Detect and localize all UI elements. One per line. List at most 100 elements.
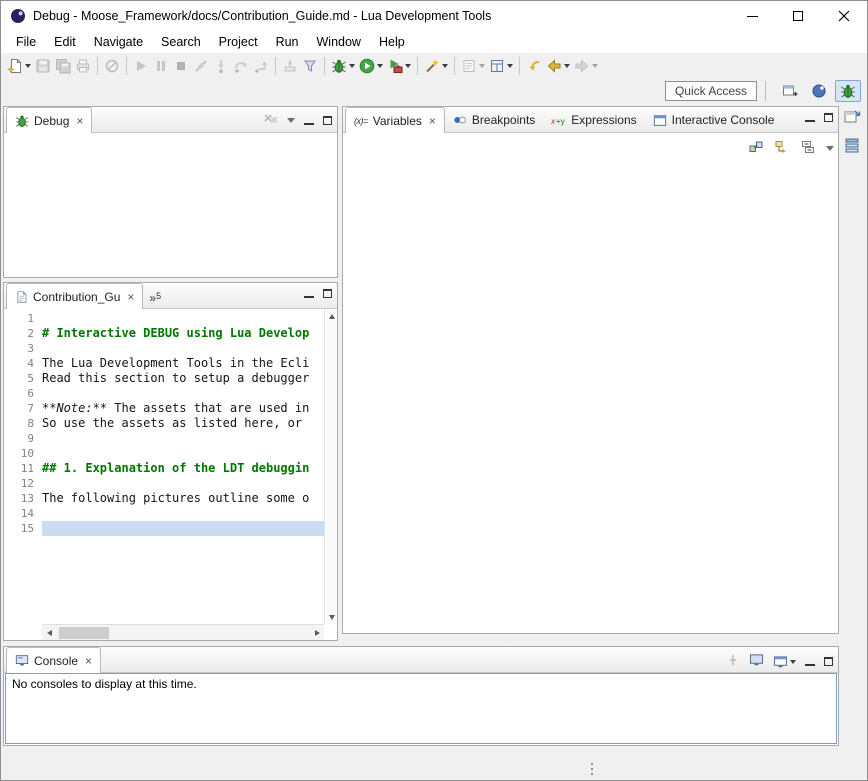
dropdown-arrow-icon[interactable]	[25, 64, 31, 68]
scrollbar-thumb[interactable]	[59, 627, 109, 639]
dropdown-arrow-icon[interactable]	[479, 64, 485, 68]
terminate-button[interactable]	[171, 55, 191, 77]
lua-perspective-button[interactable]	[806, 80, 832, 102]
menu-window[interactable]: Window	[308, 32, 370, 52]
back-button[interactable]	[544, 55, 572, 77]
step-into-button[interactable]	[211, 55, 231, 77]
minimize-view-button[interactable]	[805, 658, 815, 666]
editor-overflow-button[interactable]: »5	[143, 288, 167, 308]
maximize-view-button[interactable]	[323, 116, 332, 125]
dropdown-arrow-icon[interactable]	[592, 64, 598, 68]
menu-edit[interactable]: Edit	[45, 32, 85, 52]
remove-all-terminated-button[interactable]	[264, 113, 278, 128]
editor-vertical-scrollbar[interactable]	[324, 309, 337, 624]
dropdown-arrow-icon[interactable]	[405, 64, 411, 68]
scroll-down-button[interactable]	[325, 610, 337, 624]
restore-view-button[interactable]	[843, 108, 861, 129]
view-menu-icon[interactable]	[826, 146, 834, 151]
step-return-button[interactable]	[251, 55, 271, 77]
skip-all-breakpoints-button[interactable]	[102, 55, 122, 77]
console-content[interactable]: No consoles to display at this time.	[5, 673, 837, 744]
scroll-right-button[interactable]	[310, 626, 324, 640]
editor-line[interactable]: 8So use the assets as listed here, or	[4, 416, 324, 431]
dropdown-arrow-icon[interactable]	[564, 64, 570, 68]
collapse-all-button[interactable]	[800, 139, 816, 158]
outline-view-button[interactable]	[843, 137, 861, 158]
scroll-left-button[interactable]	[42, 626, 56, 640]
maximize-view-button[interactable]	[824, 657, 833, 666]
open-perspective-button[interactable]	[777, 80, 803, 102]
editor-line[interactable]: 1	[4, 311, 324, 326]
dropdown-arrow-icon[interactable]	[377, 64, 383, 68]
editor-line[interactable]: 13The following pictures outline some o	[4, 491, 324, 506]
menu-run[interactable]: Run	[267, 32, 308, 52]
use-step-filters-button[interactable]	[300, 55, 320, 77]
step-over-button[interactable]	[231, 55, 251, 77]
editor-line[interactable]: 5Read this section to setup a debugger	[4, 371, 324, 386]
view-menu-icon[interactable]	[287, 118, 295, 123]
scroll-up-button[interactable]	[325, 309, 337, 323]
open-element-button[interactable]	[459, 55, 487, 77]
resume-button[interactable]	[131, 55, 151, 77]
maximize-view-button[interactable]	[824, 113, 833, 122]
tab-console[interactable]: Console ×	[6, 647, 101, 673]
editor-line[interactable]: 4The Lua Development Tools in the Ecli	[4, 356, 324, 371]
close-tab-icon[interactable]: ×	[429, 115, 436, 127]
show-logical-structures-button[interactable]	[774, 139, 790, 158]
editor-line[interactable]: 9	[4, 431, 324, 446]
last-edit-location-button[interactable]	[524, 55, 544, 77]
minimize-window-button[interactable]	[729, 1, 775, 31]
menu-project[interactable]: Project	[210, 32, 267, 52]
dropdown-arrow-icon[interactable]	[507, 64, 513, 68]
disconnect-button[interactable]	[191, 55, 211, 77]
pin-console-button[interactable]	[726, 653, 740, 670]
tab-breakpoints[interactable]: Breakpoints	[445, 108, 543, 132]
minimize-view-button[interactable]	[805, 114, 815, 122]
editor-line[interactable]: 3	[4, 341, 324, 356]
minimize-view-button[interactable]	[304, 290, 314, 298]
print-button[interactable]	[73, 55, 93, 77]
menu-file[interactable]: File	[7, 32, 45, 52]
editor-horizontal-scrollbar[interactable]	[42, 624, 324, 640]
close-window-button[interactable]	[821, 1, 867, 31]
dropdown-arrow-icon[interactable]	[790, 660, 796, 664]
editor-body[interactable]: 12# Interactive DEBUG using Lua Develop3…	[4, 309, 337, 640]
menu-help[interactable]: Help	[370, 32, 414, 52]
show-type-names-button[interactable]	[748, 139, 764, 158]
menu-navigate[interactable]: Navigate	[85, 32, 152, 52]
new-wizard-button[interactable]	[5, 55, 33, 77]
run-button[interactable]	[357, 55, 385, 77]
editor-line[interactable]: 14	[4, 506, 324, 521]
editor-line[interactable]: 7**Note:** The assets that are used in	[4, 401, 324, 416]
debug-button[interactable]	[329, 55, 357, 77]
quick-access-button[interactable]: Quick Access	[665, 81, 757, 101]
close-tab-icon[interactable]: ×	[127, 291, 134, 303]
open-console-button[interactable]	[773, 655, 796, 669]
resize-grip-icon[interactable]	[591, 763, 593, 765]
editor-line[interactable]: 15	[4, 521, 324, 536]
external-tools-button[interactable]	[385, 55, 413, 77]
editor-line[interactable]: 2# Interactive DEBUG using Lua Develop	[4, 326, 324, 341]
view-grid-button[interactable]	[487, 55, 515, 77]
editor-line[interactable]: 12	[4, 476, 324, 491]
display-selected-console-button[interactable]	[749, 653, 764, 670]
debug-perspective-button[interactable]	[835, 80, 861, 102]
close-tab-icon[interactable]: ×	[85, 655, 92, 667]
save-button[interactable]	[33, 55, 53, 77]
debug-view-content[interactable]	[4, 133, 337, 277]
tab-contribution-guide[interactable]: Contribution_Gu ×	[6, 283, 143, 309]
wand-button[interactable]	[422, 55, 450, 77]
editor-line[interactable]: 6	[4, 386, 324, 401]
suspend-button[interactable]	[151, 55, 171, 77]
editor-lines[interactable]: 12# Interactive DEBUG using Lua Develop3…	[4, 311, 324, 624]
variables-view-content[interactable]	[343, 133, 838, 633]
editor-line[interactable]: 10	[4, 446, 324, 461]
tab-debug[interactable]: Debug ×	[6, 107, 92, 133]
forward-button[interactable]	[572, 55, 600, 77]
dropdown-arrow-icon[interactable]	[349, 64, 355, 68]
tab-expressions[interactable]: x+y Expressions	[543, 108, 644, 132]
minimize-view-button[interactable]	[304, 117, 314, 125]
editor-line[interactable]: 11## 1. Explanation of the LDT debuggin	[4, 461, 324, 476]
tab-interactive-console[interactable]: Interactive Console	[645, 108, 783, 132]
maximize-view-button[interactable]	[323, 289, 332, 298]
